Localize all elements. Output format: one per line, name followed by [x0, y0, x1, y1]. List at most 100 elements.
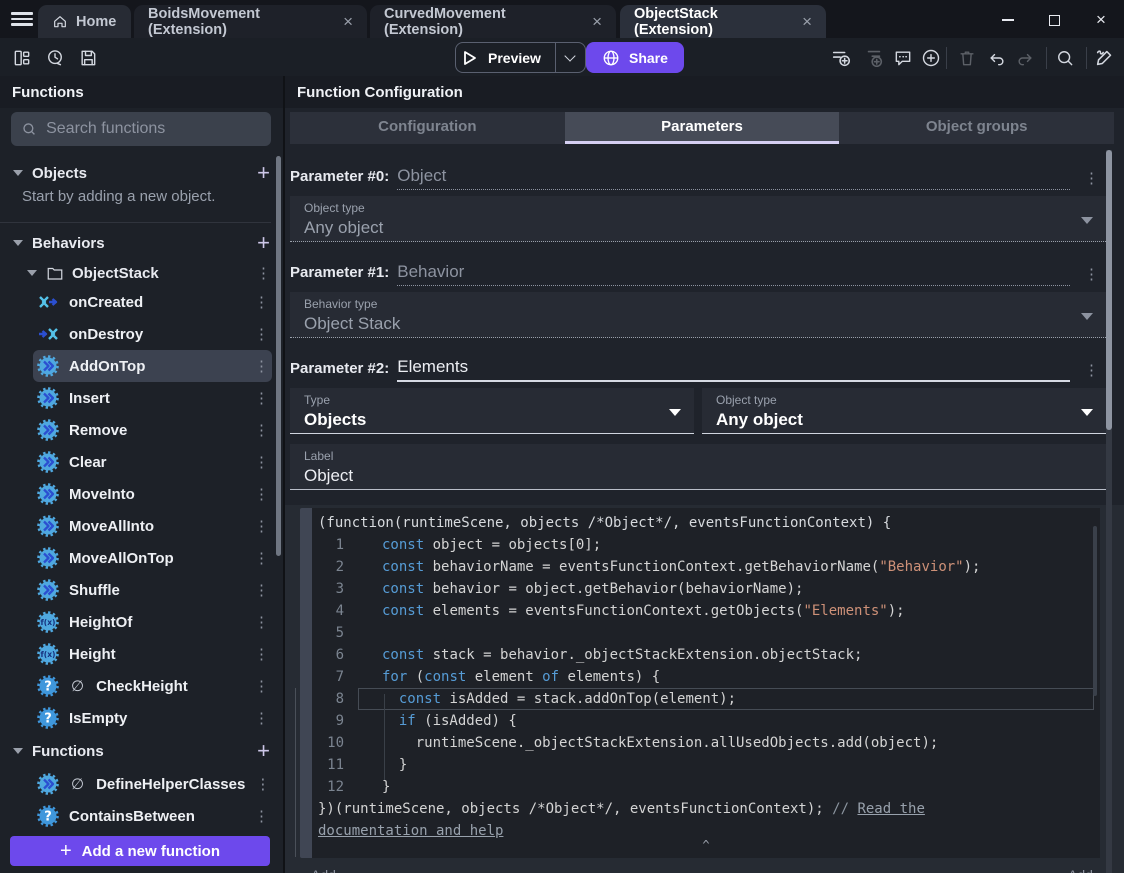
delete-icon[interactable] — [954, 45, 980, 71]
save-icon[interactable] — [75, 45, 101, 71]
window-minimize-button[interactable] — [993, 8, 1023, 32]
item-menu-button[interactable]: ⋮ — [254, 549, 269, 567]
sidebar-item-Remove[interactable]: Remove ⋮ — [33, 414, 272, 446]
sidebar-item-Height[interactable]: f(x) Height ⋮ — [33, 638, 272, 670]
tab-object-groups[interactable]: Object groups — [839, 112, 1115, 144]
tab-curvedmovement[interactable]: CurvedMovement (Extension) × — [370, 5, 616, 38]
close-tab-icon[interactable]: × — [790, 13, 812, 30]
add-new-function-button[interactable]: + Add a new function — [10, 836, 270, 866]
item-menu-button[interactable]: ⋮ — [254, 325, 269, 343]
tab-parameters[interactable]: Parameters — [564, 112, 840, 144]
parameter-0-object-type-select[interactable]: Object type Any object — [290, 196, 1106, 242]
code-line-5[interactable]: 5 — [312, 622, 1100, 644]
sidebar-item-Shuffle[interactable]: Shuffle ⋮ — [33, 574, 272, 606]
code-line-6[interactable]: 6 const stack = behavior._objectStackExte… — [312, 644, 1100, 666]
add-subevent-icon[interactable] — [861, 45, 887, 71]
code-line-1[interactable]: 1 const object = objects[0]; — [312, 534, 1100, 556]
behavior-folder-objectstack[interactable]: ObjectStack ⋮ — [0, 258, 283, 288]
search-icon[interactable] — [1052, 45, 1078, 71]
redo-icon[interactable] — [1012, 45, 1038, 71]
sidebar-item-MoveAllInto[interactable]: MoveAllInto ⋮ — [33, 510, 272, 542]
parameter-2-object-type-select[interactable]: Object type Any object — [702, 388, 1106, 434]
item-menu-button[interactable]: ⋮ — [254, 517, 269, 535]
item-menu-button[interactable]: ⋮ — [254, 709, 269, 727]
item-menu-button[interactable]: ⋮ — [254, 293, 269, 311]
code-line-10[interactable]: 10 runtimeScene._objectStackExtension.al… — [312, 732, 1100, 754]
parameter-2-menu-button[interactable]: ⋮ — [1084, 361, 1099, 379]
add-function-plus-button[interactable]: + — [257, 740, 270, 762]
code-line-7[interactable]: 7 for (const element of elements) { — [312, 666, 1100, 688]
code-line-8[interactable]: 8 const isAdded = stack.addOnTop(element… — [312, 688, 1100, 710]
preview-button[interactable]: Preview — [455, 42, 586, 73]
event-drag-handle[interactable] — [300, 508, 312, 858]
sidebar-item-onDestroy[interactable]: onDestroy ⋮ — [33, 318, 272, 350]
sidebar-item-AddOnTop[interactable]: AddOnTop ⋮ — [33, 350, 272, 382]
item-menu-button[interactable]: ⋮ — [254, 677, 269, 695]
share-button[interactable]: Share — [586, 42, 684, 73]
main-scrollbar[interactable] — [1106, 150, 1112, 430]
sidebar-item-MoveAllOnTop[interactable]: MoveAllOnTop ⋮ — [33, 542, 272, 574]
item-menu-button[interactable]: ⋮ — [254, 581, 269, 599]
sidebar-item-ContainsBetween[interactable]: ? ContainsBetween ⋮ — [33, 800, 272, 832]
sidebar-item-HeightOf[interactable]: f(x) HeightOf ⋮ — [33, 606, 272, 638]
parameter-2-name-input[interactable]: Elements — [397, 357, 1070, 382]
sidebar-scrollbar[interactable] — [276, 156, 281, 556]
item-menu-button[interactable]: ⋮ — [254, 645, 269, 663]
parameter-1-name-input[interactable]: Behavior — [397, 262, 1070, 286]
sidebar-item-CheckHeight[interactable]: ? ∅ CheckHeight ⋮ — [33, 670, 272, 702]
menu-icon[interactable] — [11, 12, 33, 26]
add-event-icon[interactable] — [828, 45, 854, 71]
parameter-0-name-input[interactable]: Object — [397, 166, 1070, 190]
project-manager-icon[interactable] — [9, 45, 35, 71]
search-functions-box[interactable] — [11, 112, 271, 146]
item-menu-button[interactable]: ⋮ — [254, 613, 269, 631]
close-tab-icon[interactable]: × — [580, 13, 602, 30]
code-line-4[interactable]: 4 const elements = eventsFunctionContext.… — [312, 600, 1100, 622]
functions-section-header[interactable]: Functions + — [0, 736, 283, 766]
item-menu-button[interactable]: ⋮ — [254, 453, 269, 471]
item-menu-button[interactable]: ⋮ — [254, 421, 269, 439]
objects-section-header[interactable]: Objects + — [0, 158, 283, 188]
behaviors-section-header[interactable]: Behaviors + — [0, 228, 283, 258]
add-other-event-icon[interactable] — [918, 45, 944, 71]
sidebar-item-IsEmpty[interactable]: ? IsEmpty ⋮ — [33, 702, 272, 734]
parameter-0-menu-button[interactable]: ⋮ — [1084, 169, 1099, 187]
window-maximize-button[interactable] — [1039, 8, 1069, 32]
code-line-11[interactable]: 11 } — [312, 754, 1100, 776]
code-line-12[interactable]: 12} — [312, 776, 1100, 798]
add-comment-icon[interactable] — [890, 45, 916, 71]
collapse-editor-caret[interactable]: ^ — [702, 838, 709, 852]
version-history-icon[interactable] — [42, 45, 68, 71]
item-menu-button[interactable]: ⋮ — [254, 357, 269, 375]
code-line-9[interactable]: 9 if (isAdded) { — [312, 710, 1100, 732]
code-editor[interactable]: (function(runtimeScene, objects /*Object… — [312, 508, 1100, 858]
parameter-1-menu-button[interactable]: ⋮ — [1084, 265, 1099, 283]
search-functions-input[interactable] — [46, 120, 261, 138]
tab-boidsmovement[interactable]: BoidsMovement (Extension) × — [134, 5, 367, 38]
sidebar-item-onCreated[interactable]: onCreated ⋮ — [33, 286, 272, 318]
sidebar-item-Insert[interactable]: Insert ⋮ — [33, 382, 272, 414]
parameter-2-type-select[interactable]: Type Objects — [290, 388, 694, 434]
sidebar-item-Clear[interactable]: Clear ⋮ — [33, 446, 272, 478]
add-behavior-button[interactable]: + — [257, 232, 270, 254]
editor-scrollbar[interactable] — [1093, 526, 1097, 696]
item-menu-button[interactable]: ⋮ — [254, 389, 269, 407]
parameter-2-label-field[interactable]: Label Object — [290, 444, 1106, 490]
code-line-2[interactable]: 2 const behaviorName = eventsFunctionCont… — [312, 556, 1100, 578]
item-menu-button[interactable]: ⋮ — [255, 775, 270, 793]
sidebar-item-MoveInto[interactable]: MoveInto ⋮ — [33, 478, 272, 510]
folder-menu-button[interactable]: ⋮ — [256, 264, 271, 282]
add-object-button[interactable]: + — [257, 162, 270, 184]
close-tab-icon[interactable]: × — [331, 13, 353, 30]
tab-configuration[interactable]: Configuration — [290, 112, 565, 144]
edit-function-icon[interactable] — [1092, 45, 1118, 71]
code-line-3[interactable]: 3 const behavior = object.getBehavior(beh… — [312, 578, 1100, 600]
undo-icon[interactable] — [984, 45, 1010, 71]
tab-objectstack[interactable]: ObjectStack (Extension) × — [620, 5, 826, 38]
item-menu-button[interactable]: ⋮ — [254, 485, 269, 503]
preview-options-button[interactable] — [554, 43, 585, 72]
parameter-1-behavior-type-select[interactable]: Behavior type Object Stack — [290, 292, 1106, 338]
tab-home[interactable]: Home — [38, 5, 131, 38]
window-close-button[interactable]: × — [1086, 8, 1116, 32]
sidebar-item-DefineHelperClasses[interactable]: ∅ DefineHelperClasses ⋮ — [33, 768, 272, 800]
